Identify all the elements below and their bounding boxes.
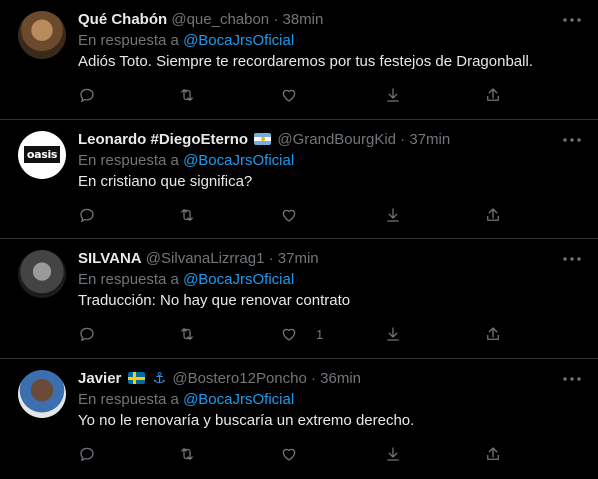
timestamp[interactable]: 36min: [320, 370, 361, 387]
display-name[interactable]: SILVANA: [78, 250, 142, 267]
retweet-icon[interactable]: [178, 443, 196, 465]
reply-context: En respuesta a @BocaJrsOficial: [78, 270, 294, 290]
mention-link[interactable]: @BocaJrsOficial: [183, 271, 294, 288]
reply-context: En respuesta a @BocaJrsOficial: [78, 151, 294, 171]
tweet-header: SILVANA @SilvanaLizrrag1 · 37min: [78, 249, 558, 269]
reply-icon[interactable]: [78, 323, 96, 345]
retweet-icon[interactable]: [178, 204, 196, 226]
tweet-text: Traducción: No hay que renovar contrato: [78, 292, 351, 309]
reply-prefix: En respuesta a: [78, 152, 179, 169]
separator: ·: [268, 250, 274, 267]
reply-icon[interactable]: [78, 443, 96, 465]
reply-context: En respuesta a @BocaJrsOficial: [78, 31, 294, 51]
tweet-text: En cristiano que significa?: [78, 173, 253, 190]
more-icon[interactable]: [560, 8, 584, 32]
share-icon[interactable]: [484, 204, 502, 226]
anchor-icon: ⚓: [152, 370, 167, 387]
more-icon[interactable]: [560, 367, 584, 391]
tweet-header: Qué Chabón @que_chabon · 38min: [78, 10, 558, 30]
avatar[interactable]: [18, 370, 66, 418]
separator: ·: [273, 11, 279, 28]
more-icon[interactable]: [560, 128, 584, 152]
tweet-text: Yo no le renovaría y buscaría un extremo…: [78, 412, 415, 429]
tweet-header: Leonardo #DiegoEterno @GrandBourgKid · 3…: [78, 130, 558, 150]
user-handle[interactable]: @que_chabon: [171, 11, 269, 28]
avatar[interactable]: oasis: [18, 131, 66, 179]
mention-link[interactable]: @BocaJrsOficial: [183, 152, 294, 169]
tweet-card[interactable]: Javier ⚓ @Bostero12Poncho · 36min En res…: [0, 359, 598, 479]
retweet-icon[interactable]: [178, 84, 196, 106]
avatar[interactable]: [18, 250, 66, 298]
download-icon[interactable]: [384, 323, 402, 345]
display-name[interactable]: Leonardo #DiegoEterno: [78, 131, 248, 148]
download-icon[interactable]: [384, 84, 402, 106]
tweet-card[interactable]: SILVANA @SilvanaLizrrag1 · 37min En resp…: [0, 239, 598, 359]
separator: ·: [400, 131, 406, 148]
reply-context: En respuesta a @BocaJrsOficial: [78, 390, 294, 410]
tweet-header: Javier ⚓ @Bostero12Poncho · 36min: [78, 369, 558, 389]
tweet-card[interactable]: oasis Leonardo #DiegoEterno @GrandBourgK…: [0, 120, 598, 239]
display-name[interactable]: Qué Chabón: [78, 11, 167, 28]
tweet-card[interactable]: Qué Chabón @que_chabon · 38min En respue…: [0, 0, 598, 120]
argentina-flag-icon: [254, 133, 272, 145]
like-icon[interactable]: [280, 84, 316, 106]
avatar-logo: oasis: [24, 146, 60, 163]
mention-link[interactable]: @BocaJrsOficial: [183, 391, 294, 408]
like-icon[interactable]: 1: [280, 323, 323, 345]
user-handle[interactable]: @SilvanaLizrrag1: [146, 250, 265, 267]
timestamp[interactable]: 37min: [278, 250, 319, 267]
reply-icon[interactable]: [78, 204, 96, 226]
like-count: 1: [316, 326, 324, 342]
action-bar: [78, 84, 518, 106]
reply-feed: Qué Chabón @que_chabon · 38min En respue…: [0, 0, 598, 479]
reply-icon[interactable]: [78, 84, 96, 106]
action-bar: [78, 443, 518, 465]
display-name[interactable]: Javier: [78, 370, 121, 387]
avatar[interactable]: [18, 11, 66, 59]
more-icon[interactable]: [560, 247, 584, 271]
share-icon[interactable]: [484, 443, 502, 465]
reply-prefix: En respuesta a: [78, 391, 179, 408]
download-icon[interactable]: [384, 443, 402, 465]
download-icon[interactable]: [384, 204, 402, 226]
retweet-icon[interactable]: [178, 323, 196, 345]
mention-link[interactable]: @BocaJrsOficial: [183, 32, 294, 49]
user-handle[interactable]: @GrandBourgKid: [277, 131, 396, 148]
timestamp[interactable]: 38min: [283, 11, 324, 28]
reply-prefix: En respuesta a: [78, 32, 179, 49]
share-icon[interactable]: [484, 323, 502, 345]
timestamp[interactable]: 37min: [409, 131, 450, 148]
tweet-text: Adiós Toto. Siempre te recordaremos por …: [78, 53, 533, 70]
sweden-flag-icon: [127, 372, 145, 384]
action-bar: [78, 204, 518, 226]
like-icon[interactable]: [280, 204, 316, 226]
reply-prefix: En respuesta a: [78, 271, 179, 288]
share-icon[interactable]: [484, 84, 502, 106]
like-icon[interactable]: [280, 443, 316, 465]
user-handle[interactable]: @Bostero12Poncho: [172, 370, 306, 387]
action-bar: 1: [78, 323, 518, 345]
separator: ·: [311, 370, 316, 387]
